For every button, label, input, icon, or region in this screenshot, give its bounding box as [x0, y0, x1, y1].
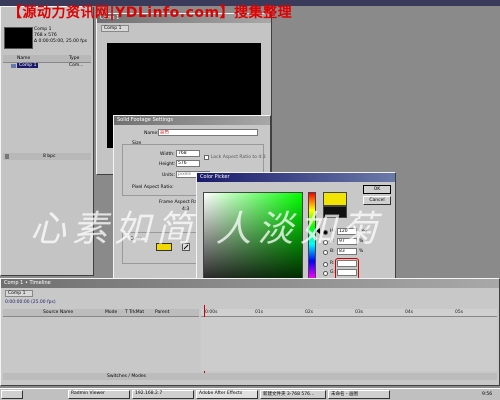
color-picker-title: Color Picker	[200, 174, 230, 180]
ruler-tick: 02s	[305, 310, 314, 315]
r-field[interactable]	[337, 260, 357, 267]
col-trkmat[interactable]: T TrkMat	[125, 310, 144, 315]
solid-units-label: Units:	[162, 173, 176, 178]
r-radio[interactable]	[323, 262, 328, 267]
timeline-title: Comp 1 • Timeline	[4, 280, 51, 286]
taskbar-item-label: 192.168.2.7	[135, 391, 163, 396]
g-field[interactable]	[337, 269, 357, 276]
col-mode[interactable]: Mode	[105, 310, 117, 315]
solid-name-field[interactable]: 蓝色	[158, 129, 258, 136]
taskbar-item[interactable]: 未命名 - 画图	[328, 390, 390, 399]
timeline-track-area	[201, 317, 497, 371]
timeline-tab-label: Comp 1	[8, 291, 26, 296]
col-source-name[interactable]: Source Name	[43, 310, 73, 315]
taskbar: Radmin Viewer 192.168.2.7 Adobe After Ef…	[0, 388, 500, 400]
solid-height-label: Height:	[159, 162, 176, 167]
lock-aspect-label: Lock Aspect Ratio to 4:3	[211, 155, 266, 160]
solid-settings-title: Solid Footage Settings	[117, 117, 173, 123]
project-info-duration: Δ 0:00:05:00, 25.00 fps	[34, 39, 88, 44]
composition-tab-label: Comp 1	[104, 26, 122, 31]
solid-height-field[interactable]: 576	[176, 160, 200, 167]
col-parent[interactable]: Parent	[155, 310, 169, 315]
project-comp-name: Comp 1	[34, 27, 52, 32]
project-row[interactable]: Comp 1 Com...	[3, 63, 91, 70]
timeline-titlebar[interactable]: Comp 1 • Timeline	[1, 279, 499, 288]
solid-width-label: Width:	[160, 152, 175, 157]
timeline-bottom-bar: Switches / Modes	[3, 373, 497, 380]
project-thumbnail	[4, 27, 33, 49]
taskbar-item-label: Radmin Viewer	[71, 391, 105, 396]
solid-settings-titlebar[interactable]: Solid Footage Settings	[114, 116, 270, 125]
timeline-tab[interactable]: Comp 1	[5, 290, 33, 297]
composition-icon	[11, 64, 16, 68]
project-col-name[interactable]: Name	[17, 56, 30, 61]
taskbar-item-active[interactable]: Adobe After Effects	[196, 390, 258, 399]
watermark-middle: 心素如简 人淡如菊	[30, 209, 384, 250]
timeline-layer-header: Source Name Mode T TrkMat Parent	[3, 309, 199, 317]
watermark-top: 【源动力资讯网|YDLinfo.com】搜集整理	[8, 5, 293, 21]
project-bottom-bar: 8 bpc	[3, 153, 91, 160]
taskbar-item[interactable]: 192.168.2.7	[132, 390, 194, 399]
ruler-tick: 01s	[255, 310, 264, 315]
taskbar-item-label: 新建文件夹 3-768 576...	[263, 392, 315, 397]
switches-modes-toggle[interactable]: Switches / Modes	[107, 374, 146, 379]
taskbar-item-label: 未命名 - 画图	[331, 392, 358, 397]
ruler-tick: 05s	[455, 310, 464, 315]
trash-icon[interactable]	[5, 154, 9, 159]
timeline-ruler[interactable]: 0:00s 01s 02s 03s 04s 05s	[201, 309, 497, 317]
composition-tab[interactable]: Comp 1	[101, 25, 129, 32]
timeline-layer-area	[3, 317, 199, 371]
color-picker-titlebar[interactable]: Color Picker	[197, 173, 395, 182]
ruler-tick: 03s	[355, 310, 364, 315]
project-column-header: Name Type	[3, 55, 91, 63]
taskbar-item[interactable]: Radmin Viewer	[68, 390, 130, 399]
project-row-type: Com...	[69, 63, 84, 68]
project-col-type[interactable]: Type	[69, 56, 79, 61]
project-bpc[interactable]: 8 bpc	[43, 154, 55, 159]
ok-button[interactable]: OK	[363, 185, 391, 194]
timeline-timecode[interactable]: 0:00:00:00 (25.00 fps)	[5, 300, 56, 305]
g-radio[interactable]	[323, 271, 328, 276]
solid-name-label: Name:	[144, 131, 159, 136]
g-label: G:	[330, 270, 336, 275]
start-button[interactable]	[1, 390, 23, 399]
solid-par-label: Pixel Aspect Ratio:	[132, 185, 174, 190]
ruler-tick: 0:00s	[205, 310, 218, 315]
taskbar-item-label: Adobe After Effects	[199, 391, 243, 396]
solid-width-field[interactable]: 768	[176, 150, 200, 157]
taskbar-clock: 9:56	[482, 392, 493, 397]
ruler-tick: 04s	[405, 310, 414, 315]
lock-aspect-checkbox[interactable]	[204, 155, 209, 160]
project-row-name: Comp 1	[17, 63, 39, 68]
timeline-panel[interactable]: Comp 1 • Timeline Comp 1 0:00:00:00 (25.…	[0, 278, 500, 386]
project-info-size: 768 x 576	[34, 33, 57, 38]
r-label: R:	[330, 261, 335, 266]
taskbar-item[interactable]: 新建文件夹 3-768 576...	[260, 390, 326, 399]
